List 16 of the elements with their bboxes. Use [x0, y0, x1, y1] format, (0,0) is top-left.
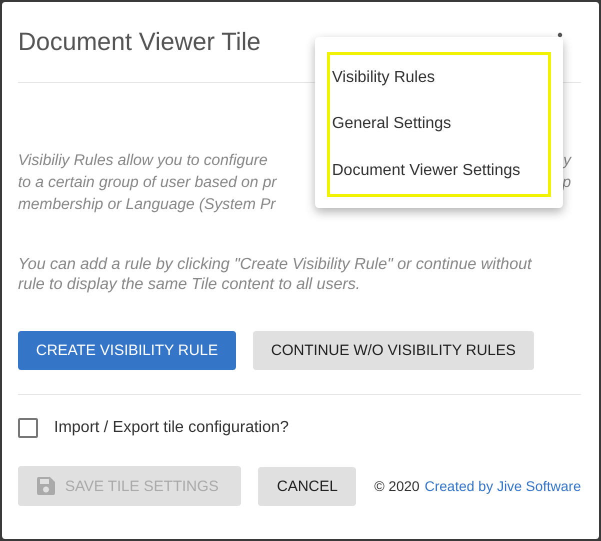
intro-text: to a certain group of user based on pr: [18, 173, 276, 193]
intro-text: membership or Language (System Pr: [18, 195, 276, 215]
cancel-button[interactable]: CANCEL: [258, 466, 356, 506]
menu-item[interactable]: Visibility Rules: [332, 69, 546, 88]
checkbox-label: Import / Export tile configuration?: [54, 419, 289, 437]
hint-text: You can add a rule by clicking "Create Visibility Rule" or continue without rule to display the same Tile content to all users.: [18, 255, 534, 295]
checkbox[interactable]: [18, 418, 38, 438]
create-rule-button[interactable]: CREATE VISIBILITY RULE: [18, 331, 236, 370]
credit-link[interactable]: Created by Jive Software: [424, 478, 581, 494]
menu-item[interactable]: General Settings: [332, 115, 546, 134]
intro-text: y: [563, 151, 571, 171]
dialog-title: Document Viewer Tile: [18, 28, 261, 56]
menu-item[interactable]: Document Viewer Settings: [332, 162, 546, 180]
continue-button[interactable]: CONTINUE W/O VISIBILITY RULES: [253, 331, 534, 370]
copyright-text: © 2020: [374, 478, 420, 494]
intro-text: Visibiliy Rules allow you to configure: [18, 151, 268, 171]
